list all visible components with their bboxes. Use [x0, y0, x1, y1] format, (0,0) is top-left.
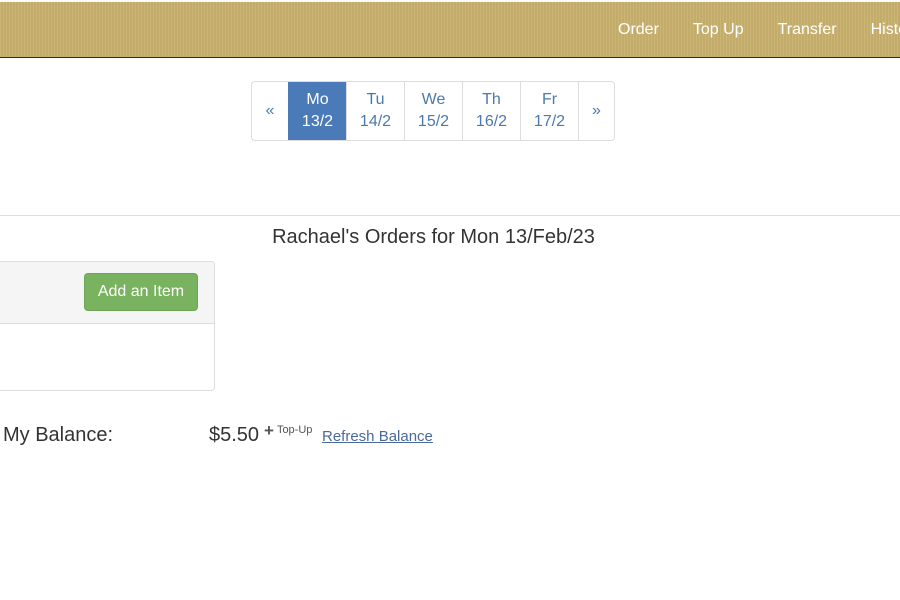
- pager-day-label: Th: [482, 91, 501, 108]
- pager-prev-label: «: [265, 102, 275, 119]
- pager-day-mon[interactable]: Mo 13/2: [288, 82, 346, 140]
- pager-date-label: 17/2: [533, 113, 566, 130]
- nav-link-order[interactable]: Order: [618, 21, 659, 39]
- section-divider: [0, 215, 900, 216]
- refresh-balance-link[interactable]: Refresh Balance: [322, 428, 433, 445]
- pager-day-label: We: [421, 91, 446, 108]
- nav-link-transfer[interactable]: Transfer: [778, 21, 837, 39]
- orders-panel: Add an Item: [0, 261, 215, 391]
- add-item-button[interactable]: Add an Item: [84, 273, 198, 311]
- orders-panel-heading: Add an Item: [0, 262, 214, 324]
- balance-label: My Balance:: [3, 424, 114, 446]
- top-up-label: Top-Up: [276, 424, 313, 436]
- navbar: Order Top Up Transfer Histo: [0, 2, 900, 58]
- pager-day-wed[interactable]: We 15/2: [404, 82, 462, 140]
- day-pager: « Mo 13/2 Tu 14/2 We 15/2 Th 16/2 Fr 17/…: [251, 81, 615, 141]
- pager-next-button[interactable]: »: [578, 82, 614, 140]
- nav-link-top-up[interactable]: Top Up: [693, 21, 744, 39]
- pager-day-label: Mo: [306, 91, 329, 108]
- pager-next-label: »: [592, 102, 601, 119]
- pager-date-label: 13/2: [301, 113, 334, 130]
- plus-icon: +: [264, 421, 274, 440]
- pager-prev-button[interactable]: «: [252, 82, 288, 140]
- pager-day-label: Fr: [541, 91, 558, 108]
- pager-date-label: 15/2: [417, 113, 450, 130]
- pager-day-tue[interactable]: Tu 14/2: [346, 82, 404, 140]
- pager-day-thu[interactable]: Th 16/2: [462, 82, 520, 140]
- pager-day-fri[interactable]: Fr 17/2: [520, 82, 578, 140]
- balance-amount: $5.50: [209, 424, 260, 446]
- top-up-link[interactable]: + Top-Up: [264, 421, 313, 440]
- page: Order Top Up Transfer Histo « Mo 13/2 Tu…: [0, 0, 900, 600]
- nav-links: Order Top Up Transfer Histo: [618, 2, 900, 58]
- pager-day-label: Tu: [366, 91, 385, 108]
- pager-date-label: 16/2: [475, 113, 508, 130]
- pager-date-label: 14/2: [359, 113, 392, 130]
- orders-title: Rachael's Orders for Mon 13/Feb/23: [272, 226, 595, 248]
- nav-link-history[interactable]: Histo: [871, 21, 900, 39]
